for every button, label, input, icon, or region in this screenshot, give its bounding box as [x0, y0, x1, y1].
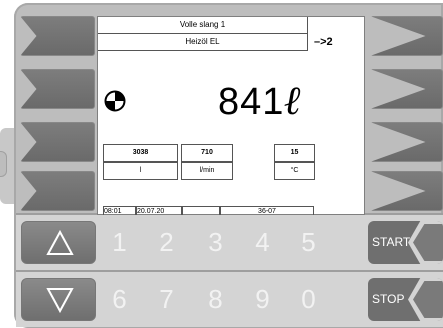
triangle-up-icon [46, 229, 74, 255]
key-2[interactable]: 2 [150, 222, 183, 262]
product-type: Heizöl EL [98, 34, 308, 51]
flow-rate-unit: l/min [181, 162, 233, 180]
stop-button[interactable]: STOP [368, 278, 443, 321]
key-8[interactable]: 8 [199, 279, 232, 319]
total-liters-unit: l [103, 162, 178, 180]
key-7[interactable]: 7 [150, 279, 183, 319]
status-time: 08:01 [103, 206, 136, 215]
volume-value: 841 [218, 81, 285, 123]
product-name: Volle slang 1 [98, 17, 308, 34]
delivered-volume: 841ℓ [218, 77, 303, 124]
step-indicator: –>2 [314, 36, 333, 48]
status-blank [182, 206, 220, 215]
key-1[interactable]: 1 [103, 222, 136, 262]
status-code: 36-07 [220, 206, 314, 215]
key-3[interactable]: 3 [199, 222, 232, 262]
volume-unit: ℓ [284, 77, 303, 124]
key-6[interactable]: 6 [103, 279, 136, 319]
flow-rate-value: 710 [181, 144, 233, 162]
start-label: START [372, 235, 411, 249]
side-panel-knob [0, 151, 7, 177]
key-4[interactable]: 4 [246, 222, 279, 262]
temperature-unit: °C [274, 162, 315, 180]
start-button[interactable]: START [368, 221, 443, 264]
display-screen: Volle slang 1 Heizöl EL –>2 841ℓ 3038 l … [97, 16, 365, 215]
key-9[interactable]: 9 [246, 279, 279, 319]
arrow-up-button[interactable] [21, 221, 96, 264]
status-date: 20.07.20 [136, 206, 182, 215]
key-0[interactable]: 0 [292, 279, 325, 319]
key-5[interactable]: 5 [292, 222, 325, 262]
temperature-value: 15 [274, 144, 315, 162]
total-liters-value: 3038 [103, 144, 178, 162]
arrow-down-button[interactable] [21, 278, 96, 321]
quartered-circle-icon [104, 90, 126, 117]
triangle-down-icon [46, 288, 74, 314]
stop-label: STOP [372, 292, 405, 306]
